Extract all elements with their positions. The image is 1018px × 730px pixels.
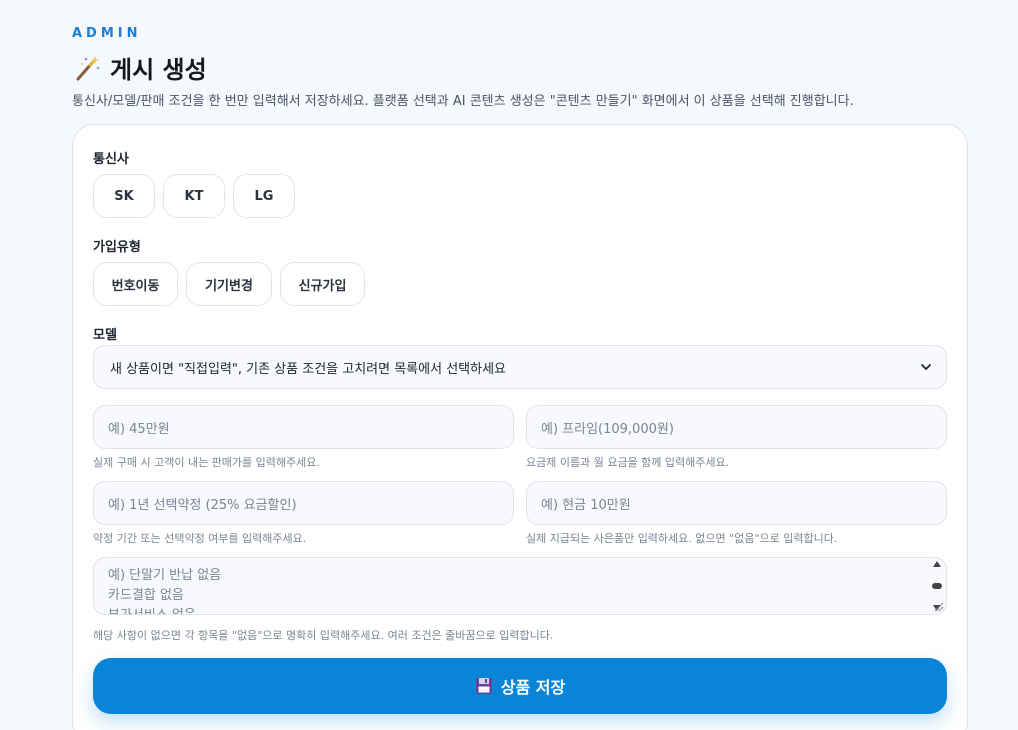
contract-input[interactable]: 예) 1년 선택약정 (25% 요금할인) — [93, 481, 514, 525]
eyebrow-label: ADMIN — [72, 26, 142, 41]
carrier-options: SK KT LG — [93, 174, 295, 218]
conditions-placeholder-line: 부가서비스 없음 — [108, 606, 932, 614]
join-type-label: 가입유형 — [93, 240, 141, 255]
join-type-option-new[interactable]: 신규가입 — [280, 262, 365, 306]
save-product-button[interactable]: 상품 저장 — [93, 658, 947, 714]
page-subtitle: 통신사/모델/판매 조건을 한 번만 입력해서 저장하세요. 플랫폼 선택과 A… — [72, 94, 854, 109]
price-hint: 실제 구매 시 고객이 내는 판매가를 입력해주세요. — [93, 456, 320, 469]
resize-handle-icon[interactable] — [932, 600, 944, 612]
conditions-textarea[interactable]: 예) 단말기 반납 없음 카드결합 없음 부가서비스 없음 — [93, 557, 947, 615]
contract-hint: 약정 기간 또는 선택약정 여부를 입력해주세요. — [93, 532, 307, 545]
scroll-up-icon[interactable] — [932, 560, 942, 568]
model-label: 모델 — [93, 328, 117, 343]
scroll-thumb-icon[interactable] — [932, 583, 942, 589]
model-select[interactable]: 새 상품이면 "직접입력", 기존 상품 조건을 고치려면 목록에서 선택하세요 — [93, 345, 947, 389]
page-title: 게시 생성 — [110, 56, 207, 84]
carrier-label: 통신사 — [93, 152, 129, 167]
price-placeholder: 예) 45만원 — [108, 421, 170, 437]
conditions-placeholder-line: 카드결합 없음 — [108, 588, 184, 603]
carrier-option-kt[interactable]: KT — [163, 174, 225, 218]
gift-hint: 실제 지급되는 사은품만 입력하세요. 없으면 "없음"으로 입력합니다. — [526, 532, 838, 545]
magic-wand-icon — [76, 55, 100, 80]
chevron-down-icon — [921, 364, 931, 370]
join-type-option-device-change[interactable]: 기기변경 — [186, 262, 272, 306]
conditions-hint: 해당 사항이 없으면 각 항목을 "없음"으로 명확히 입력해주세요. 여러 조… — [93, 629, 554, 642]
create-post-card: 통신사 SK KT LG 가입유형 번호이동 기기변경 신규가입 모델 새 상품… — [72, 124, 968, 730]
conditions-placeholder-line: 예) 단말기 반납 없음 — [108, 568, 222, 583]
join-type-option-port[interactable]: 번호이동 — [93, 262, 178, 306]
plan-input[interactable]: 예) 프라임(109,000원) — [526, 405, 947, 449]
model-select-value: 새 상품이면 "직접입력", 기존 상품 조건을 고치려면 목록에서 선택하세요 — [110, 361, 506, 377]
gift-input[interactable]: 예) 현금 10만원 — [526, 481, 947, 525]
save-button-label: 상품 저장 — [500, 678, 566, 697]
carrier-option-sk[interactable]: SK — [93, 174, 155, 218]
join-type-options: 번호이동 기기변경 신규가입 — [93, 262, 365, 306]
price-input[interactable]: 예) 45만원 — [93, 405, 514, 449]
page-title-row: 게시 생성 — [72, 50, 207, 85]
gift-placeholder: 예) 현금 10만원 — [541, 497, 631, 513]
contract-placeholder: 예) 1년 선택약정 (25% 요금할인) — [108, 497, 297, 513]
carrier-option-lg[interactable]: LG — [233, 174, 295, 218]
floppy-disk-icon — [475, 678, 492, 694]
plan-placeholder: 예) 프라임(109,000원) — [541, 421, 674, 437]
plan-hint: 요금제 이름과 월 요금을 함께 입력해주세요. — [526, 456, 730, 469]
